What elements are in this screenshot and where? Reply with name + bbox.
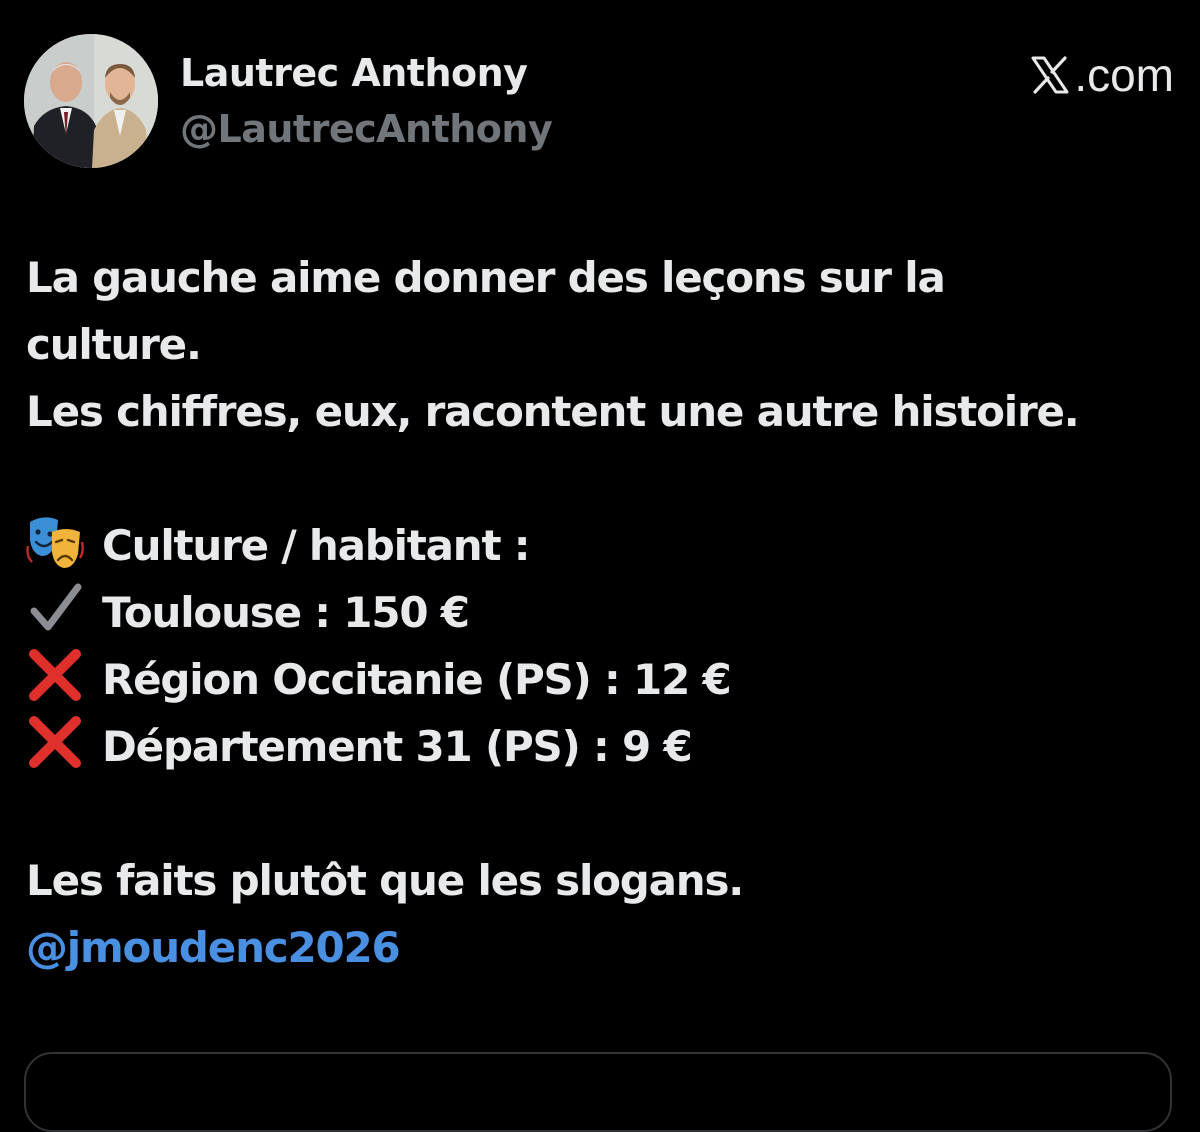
stat-1: Toulouse : 150 € xyxy=(102,588,470,637)
stat-row-1: Toulouse : 150 € xyxy=(26,579,1176,646)
intro-line-2: culture. xyxy=(26,320,202,369)
closing-line: Les faits plutôt que les slogans. xyxy=(26,856,744,905)
author-name[interactable]: Lautrec Anthony xyxy=(180,50,528,96)
source-domain: .com xyxy=(1074,49,1174,101)
avatar[interactable] xyxy=(24,34,158,168)
intro-line-3: Les chiffres, eux, racontent une autre h… xyxy=(26,387,1080,436)
cross-mark-icon xyxy=(26,646,84,704)
x-logo-icon xyxy=(1030,55,1070,95)
source-label: .com xyxy=(1030,50,1174,100)
stat-row-2: Région Occitanie (PS) : 12 € xyxy=(26,646,1176,713)
stat-2: Région Occitanie (PS) : 12 € xyxy=(102,655,732,704)
quoted-card[interactable] xyxy=(24,1052,1172,1132)
check-mark-icon xyxy=(26,579,84,637)
mention-link[interactable]: @jmoudenc2026 xyxy=(26,914,1176,981)
stats-heading: Culture / habitant : xyxy=(102,521,531,570)
stats-heading-line: Culture / habitant : xyxy=(26,512,1176,579)
post-body: La gauche aime donner des leçons sur la … xyxy=(26,244,1176,981)
performing-arts-masks-icon xyxy=(26,512,84,570)
cross-mark-icon xyxy=(26,713,84,771)
author-handle[interactable]: @LautrecAnthony xyxy=(180,106,553,152)
post-header: Lautrec Anthony @LautrecAnthony .com xyxy=(24,34,1174,174)
intro-line-1: La gauche aime donner des leçons sur la xyxy=(26,253,946,302)
stat-3: Département 31 (PS) : 9 € xyxy=(102,722,693,771)
stat-row-3: Département 31 (PS) : 9 € xyxy=(26,713,1176,780)
